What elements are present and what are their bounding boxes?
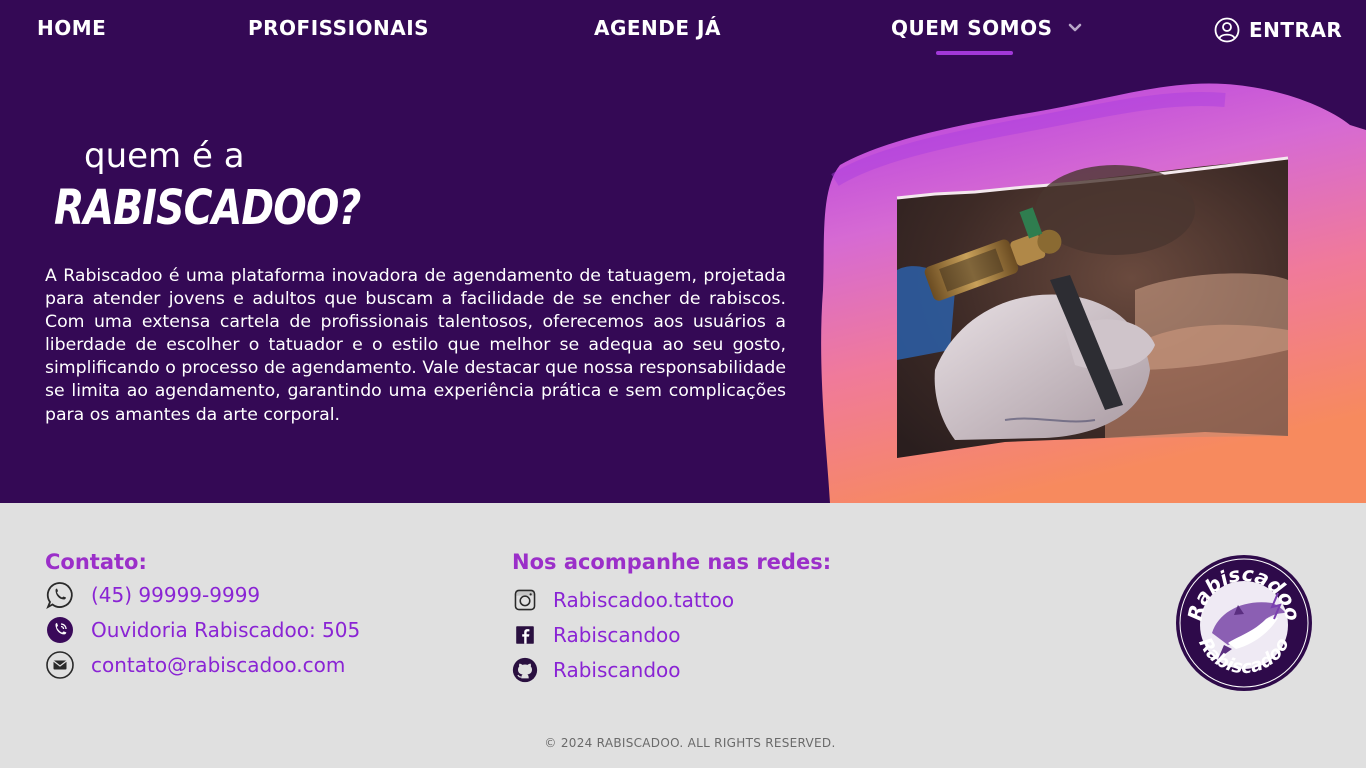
redes-title: Nos acompanhe nas redes:	[512, 550, 832, 574]
hero-description: A Rabiscadoo é uma plataforma inovadora …	[45, 266, 786, 425]
hero-section: HOME PROFISSIONAIS AGENDE JÁ QUEM SOMOS …	[0, 0, 1366, 503]
copyright: © 2024 RABISCADOO. ALL RIGHTS RESERVED.	[544, 736, 836, 750]
instagram-icon	[510, 585, 540, 615]
login-button[interactable]: ENTRAR	[1214, 17, 1342, 43]
phone-icon	[45, 615, 75, 645]
instagram-link[interactable]: Rabiscadoo.tattoo	[510, 585, 734, 615]
github-handle: Rabiscandoo	[553, 658, 681, 682]
phone-contact[interactable]: (45) 99999-9999	[45, 580, 260, 610]
contato-title: Contato:	[45, 550, 147, 574]
user-icon	[1214, 17, 1240, 43]
nav-quem-somos-label: QUEM SOMOS	[891, 16, 1053, 40]
ouvidoria-contact[interactable]: Ouvidoria Rabiscadoo: 505	[45, 615, 360, 645]
facebook-link[interactable]: Rabiscandoo	[510, 620, 680, 650]
tattoo-artwork-image	[821, 83, 1366, 503]
instagram-handle: Rabiscadoo.tattoo	[553, 588, 735, 612]
footer: Contato: (45) 99999-9999 Ouvidoria Rabis…	[0, 503, 1366, 768]
rabiscadoo-logo: Rabiscadoo Rabiscadoo	[1176, 555, 1312, 691]
nav-home[interactable]: HOME	[37, 16, 106, 40]
login-label: ENTRAR	[1249, 18, 1343, 42]
nav-profissionais[interactable]: PROFISSIONAIS	[248, 16, 429, 40]
ouvidoria-text: Ouvidoria Rabiscadoo: 505	[91, 618, 361, 642]
nav-agende-ja[interactable]: AGENDE JÁ	[594, 16, 721, 40]
github-link[interactable]: Rabiscandoo	[510, 655, 680, 685]
hero-heading-small: quem é a	[84, 136, 245, 176]
active-nav-indicator	[936, 51, 1013, 55]
hero-heading-brand: RABISCADOO?	[54, 180, 361, 236]
chevron-down-icon[interactable]	[1066, 19, 1084, 37]
whatsapp-icon	[45, 580, 75, 610]
email-address: contato@rabiscadoo.com	[91, 653, 346, 677]
phone-number: (45) 99999-9999	[91, 583, 261, 607]
facebook-handle: Rabiscandoo	[553, 623, 681, 647]
email-contact[interactable]: contato@rabiscadoo.com	[45, 650, 345, 680]
nav-quem-somos[interactable]: QUEM SOMOS	[891, 16, 1084, 40]
mail-icon	[45, 650, 75, 680]
github-icon	[510, 655, 540, 685]
facebook-icon	[510, 620, 540, 650]
